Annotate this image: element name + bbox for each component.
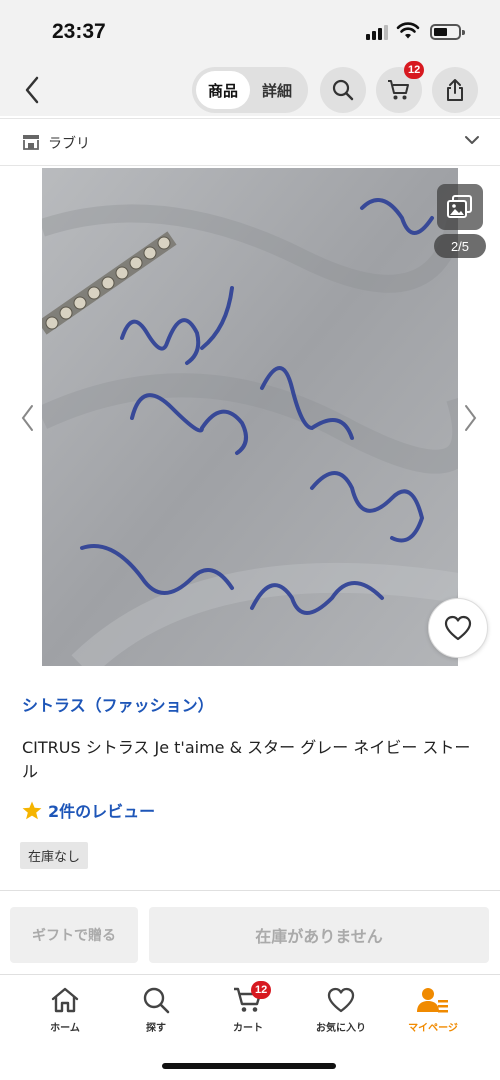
add-to-cart-button[interactable]: 在庫がありません (149, 907, 489, 963)
product-image[interactable] (42, 168, 458, 666)
heart-icon (444, 615, 472, 641)
back-button[interactable] (14, 72, 50, 108)
search-button[interactable] (320, 67, 366, 113)
brand-link[interactable]: シトラス（ファッション） (22, 692, 214, 716)
share-icon (447, 79, 463, 101)
share-button[interactable] (432, 67, 478, 113)
bottom-tab-bar: ホーム 探す 12 カート お気に入り マイページ (0, 974, 500, 1080)
tab-cart[interactable]: 12 カート (203, 981, 293, 1037)
chevron-down-icon (465, 136, 479, 144)
image-counter: 2/5 (434, 234, 486, 258)
search-icon (332, 79, 354, 101)
images-icon (447, 195, 472, 218)
view-segment-control: 商品 詳細 (192, 67, 308, 113)
tab-home[interactable]: ホーム (20, 983, 110, 1037)
battery-icon (430, 24, 465, 40)
stock-badge: 在庫なし (20, 842, 89, 869)
home-indicator (162, 1063, 336, 1069)
user-icon (417, 988, 448, 1013)
wifi-icon (396, 22, 420, 39)
tab-details[interactable]: 詳細 (250, 71, 304, 109)
heart-icon (327, 987, 355, 1013)
tab-cart-badge: 12 (251, 981, 272, 999)
home-icon (51, 987, 79, 1013)
status-bar: 23:37 (0, 0, 500, 64)
tab-cart-label: カート (233, 1023, 263, 1034)
chevron-left-icon (25, 76, 39, 104)
tab-favorites-label: お気に入り (316, 1023, 366, 1034)
chevron-right-icon (465, 405, 477, 431)
product-title: CITRUS シトラス Je t'aime & スター グレー ネイビー ストー… (22, 738, 471, 781)
product-gallery[interactable]: 2/5 (0, 168, 500, 666)
gift-button[interactable]: ギフトで贈る (10, 907, 138, 963)
cart-button[interactable]: 12 (376, 61, 425, 113)
star-icon (22, 801, 42, 819)
cart-icon (388, 80, 409, 100)
tab-favorites[interactable]: お気に入り (296, 983, 386, 1037)
top-nav: 商品 詳細 12 (0, 61, 500, 116)
status-time: 23:37 (52, 20, 106, 43)
gallery-prev-button[interactable] (12, 400, 42, 436)
reviews-count: 2件のレビュー (48, 802, 156, 821)
tab-mypage-label: マイページ (408, 1023, 458, 1034)
tab-home-label: ホーム (50, 1023, 80, 1034)
tab-search-label: 探す (146, 1023, 166, 1034)
tab-mypage[interactable]: マイページ (388, 983, 478, 1037)
tab-product[interactable]: 商品 (196, 71, 250, 109)
cart-badge: 12 (404, 61, 425, 79)
reviews-link[interactable]: 2件のレビュー (22, 798, 155, 822)
gallery-next-button[interactable] (456, 400, 486, 436)
shop-name: ラブリ (48, 136, 90, 152)
chevron-left-icon (21, 405, 33, 431)
search-icon (143, 987, 170, 1014)
store-icon (23, 135, 39, 150)
signal-icon (366, 25, 388, 40)
tab-search[interactable]: 探す (111, 983, 201, 1037)
action-bar: ギフトで贈る 在庫がありません (0, 890, 500, 974)
favorite-button[interactable] (428, 598, 488, 658)
shop-row[interactable]: ラブリ (0, 118, 500, 166)
gallery-list-button[interactable] (437, 184, 483, 230)
